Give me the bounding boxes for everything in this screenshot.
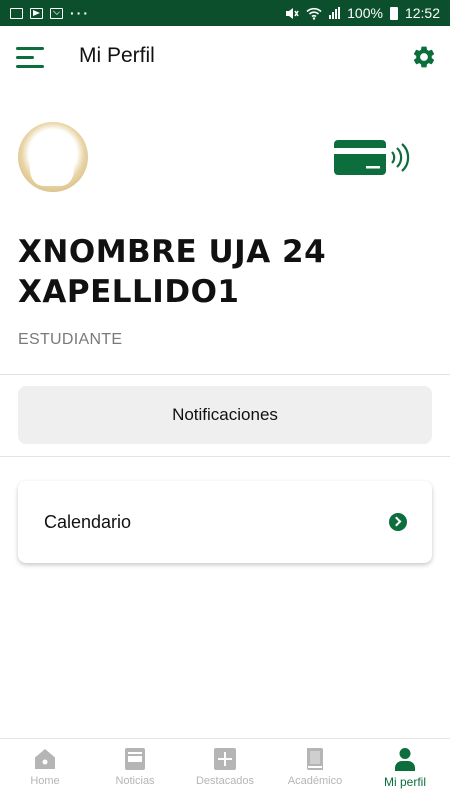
digital-card-button[interactable] [332,138,412,178]
settings-button[interactable] [411,44,437,70]
user-first-name: XNOMBRE UJA 24 [18,234,327,270]
play-notification-icon [30,7,43,19]
nav-item-news[interactable]: Noticias [90,739,180,800]
divider [0,456,450,457]
status-bar: ··· 100% 12:52 [0,0,450,26]
nav-item-home[interactable]: Home [0,739,90,800]
news-icon [125,748,145,770]
user-role: ESTUDIANTE [18,331,123,348]
home-icon [35,749,55,769]
page-title: Mi Perfil [79,44,155,67]
mail-notification-icon [50,7,63,19]
status-notifications: ··· [10,5,90,21]
wifi-icon [306,7,322,20]
battery-icon [389,6,398,20]
avatar[interactable] [18,122,88,192]
user-name: XNOMBRE UJA 24 XAPELLIDO1 [18,232,418,312]
gear-icon [413,46,435,68]
nav-item-featured[interactable]: Destacados [180,739,270,800]
book-icon [307,748,323,770]
contactless-card-icon [334,140,410,175]
mute-icon [286,7,299,19]
chevron-right-icon [389,513,407,531]
bottom-navigation: Home Noticias Destacados Académico Mi pe… [0,738,450,800]
battery-percent: 100% [347,5,383,21]
calendar-label: Calendario [44,511,132,532]
plus-box-icon [214,748,236,770]
nav-item-academic[interactable]: Académico [270,739,360,800]
status-system: 100% 12:52 [285,5,440,21]
nav-label-home: Home [30,775,60,787]
hamburger-menu-icon-bar [16,56,34,59]
nav-item-profile[interactable]: Mi perfil [360,739,450,800]
nav-label-featured: Destacados [195,775,255,787]
menu-button[interactable] [16,47,44,69]
hamburger-menu-icon [16,47,44,50]
notifications-button[interactable]: Notificaciones [18,386,432,444]
calendar-card[interactable]: Calendario [18,481,432,563]
person-icon [395,748,415,771]
clock: 12:52 [404,5,440,21]
signal-icon [329,7,341,19]
user-last-name: XAPELLIDO1 [18,274,240,310]
hamburger-menu-icon-bar [16,65,44,68]
nav-label-profile: Mi perfil [383,775,426,789]
divider [0,374,450,375]
nav-label-news: Noticias [115,775,155,787]
image-notification-icon [10,7,23,19]
more-notifications-icon: ··· [70,5,90,21]
nav-label-academic: Académico [287,775,343,787]
